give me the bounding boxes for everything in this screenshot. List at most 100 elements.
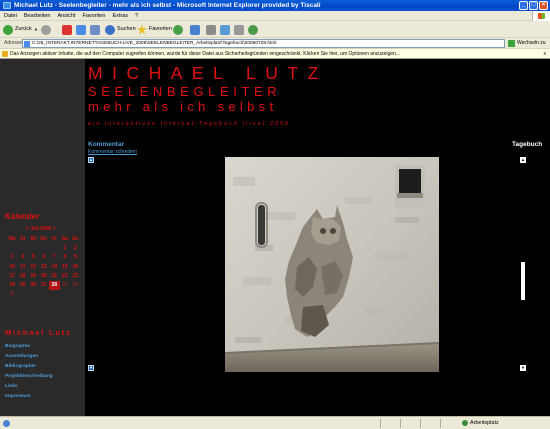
- site-motto: mehr als ich selbst: [88, 99, 278, 114]
- menu-bearbeiten[interactable]: Bearbeiten: [24, 11, 51, 20]
- status-divider: [420, 419, 421, 428]
- calendar-day[interactable]: 13: [39, 263, 50, 272]
- calendar-empty-cell: [7, 244, 18, 253]
- calendar-day[interactable]: 10: [7, 263, 18, 272]
- menu-extras[interactable]: Extras: [112, 11, 128, 20]
- history-button[interactable]: [173, 23, 185, 36]
- menu-favoriten[interactable]: Favoriten: [83, 11, 106, 20]
- nav-item-bibliographie[interactable]: Bibliographie: [5, 362, 53, 372]
- site-subtitle: SEELENBEGLEITER: [88, 84, 282, 99]
- calendar-day[interactable]: 18: [18, 272, 29, 281]
- forward-button[interactable]: [41, 23, 53, 36]
- tagebuch-scroll-up-button[interactable]: ▲: [520, 157, 526, 163]
- toolbar: Zurück ▼ Suchen Favoriten: [0, 21, 550, 38]
- edit-button[interactable]: [220, 23, 232, 36]
- calendar-day[interactable]: 25: [18, 281, 29, 290]
- calendar-day[interactable]: 16: [70, 263, 81, 272]
- address-input[interactable]: C:\26_INTERAKT.INTERNETTAGEBUCH-LIVE_200…: [22, 39, 505, 48]
- calendar-day[interactable]: 29: [60, 281, 71, 290]
- calendar-day[interactable]: 5: [28, 253, 39, 262]
- security-zone: Arbeitsplatz: [462, 417, 499, 429]
- calendar-day[interactable]: 24: [7, 281, 18, 290]
- calendar-day[interactable]: 9: [70, 253, 81, 262]
- nav-item-impressum[interactable]: Impressum: [5, 392, 53, 402]
- calendar-day[interactable]: 7: [49, 253, 60, 262]
- mail-button[interactable]: [190, 23, 202, 36]
- go-button[interactable]: Wechseln zu: [508, 39, 546, 48]
- calendar-day[interactable]: 19: [28, 272, 39, 281]
- calendar-day[interactable]: 12: [28, 263, 39, 272]
- calendar-empty-cell: [18, 244, 29, 253]
- calendar-day[interactable]: 28: [49, 280, 60, 291]
- back-button[interactable]: Zurück ▼: [3, 23, 38, 36]
- tagebuch-scrollbar[interactable]: [521, 262, 525, 300]
- calendar-day[interactable]: 23: [70, 272, 81, 281]
- kommentar-schreiben-link[interactable]: Kommentar schreiben: [88, 149, 137, 155]
- calendar-day[interactable]: 31: [7, 290, 18, 299]
- information-bar-close-icon[interactable]: x: [544, 49, 547, 58]
- calendar-day[interactable]: 27: [39, 281, 50, 290]
- nav-item-biographie[interactable]: Biographie: [5, 342, 53, 352]
- favorites-label: Favoriten: [149, 26, 172, 32]
- messenger-button[interactable]: [248, 23, 260, 36]
- calendar-day[interactable]: 17: [7, 272, 18, 281]
- calendar-weekday-row: Mo Di Mi Do Fr Sa So: [7, 235, 81, 244]
- nav-item-ausstellungen[interactable]: Ausstellungen: [5, 352, 53, 362]
- calendar-day[interactable]: 20: [39, 272, 50, 281]
- stop-button[interactable]: [62, 23, 74, 36]
- calendar-day[interactable]: 26: [28, 281, 39, 290]
- back-arrow-icon: [3, 24, 13, 35]
- site-tagline: ein interaktives Internet-Tagebuch (live…: [88, 121, 291, 127]
- calendar-day[interactable]: 11: [18, 263, 29, 272]
- refresh-button[interactable]: [76, 23, 88, 36]
- page-content: MICHAEL LUTZ SEELENBEGLEITER mehr als ic…: [0, 59, 550, 416]
- menu-help[interactable]: ?: [135, 11, 138, 20]
- calendar-day[interactable]: 4: [18, 253, 29, 262]
- minimize-button[interactable]: _: [519, 1, 528, 10]
- favorites-button[interactable]: Favoriten: [137, 23, 172, 36]
- menu-ansicht[interactable]: Ansicht: [57, 11, 75, 20]
- printer-icon: [206, 24, 216, 35]
- calendar-day[interactable]: 6: [39, 253, 50, 262]
- calendar-day[interactable]: 8: [60, 253, 71, 262]
- calendar-day[interactable]: 14: [49, 263, 60, 272]
- calendar-day[interactable]: 30: [70, 281, 81, 290]
- nav-item-links[interactable]: Links: [5, 382, 53, 392]
- search-button[interactable]: Suchen: [105, 23, 136, 36]
- ie-app-icon: [3, 2, 11, 9]
- calendar-day[interactable]: 2: [70, 244, 81, 253]
- calendar-weekday: Mi: [30, 236, 37, 242]
- back-label: Zurück: [15, 26, 32, 32]
- calendar-weekday: So: [72, 236, 79, 242]
- scroll-down-button-left[interactable]: ▼: [88, 365, 94, 371]
- nav-list: Biographie Ausstellungen Bibliographie P…: [5, 342, 53, 401]
- menu-datei[interactable]: Datei: [4, 11, 17, 20]
- site-title: MICHAEL LUTZ: [88, 63, 328, 83]
- maximize-button[interactable]: □: [529, 1, 538, 10]
- calendar-weekday: Di: [20, 236, 26, 242]
- tagebuch-scroll-down-button[interactable]: ▼: [520, 365, 526, 371]
- page-icon: [24, 41, 30, 47]
- calendar-week-row: 24 25 26 27 28 29 30: [7, 280, 81, 291]
- calendar-weekday: Do: [40, 236, 48, 242]
- home-button[interactable]: [90, 23, 102, 36]
- calendar-day[interactable]: 3: [7, 253, 18, 262]
- shield-warning-icon: [2, 51, 8, 57]
- print-button[interactable]: [206, 23, 218, 36]
- calendar-day[interactable]: 1: [60, 244, 71, 253]
- browser-window: Michael Lutz - Seelenbegleiter - mehr al…: [0, 0, 550, 429]
- calendar-day[interactable]: 22: [60, 272, 71, 281]
- information-bar[interactable]: Das Anzeigen aktiver Inhalte, die auf de…: [0, 49, 550, 59]
- messenger-icon: [248, 24, 258, 35]
- nav-heading: Michael Lutz: [5, 328, 72, 337]
- title-bar: Michael Lutz - Seelenbegleiter - mehr al…: [0, 0, 550, 11]
- discuss-icon: [234, 24, 244, 35]
- calendar-month-nav[interactable]: < Juli 2006 >: [26, 226, 56, 232]
- nav-item-projektbeschreibung[interactable]: Projektbeschreibung: [5, 372, 53, 382]
- status-divider: [400, 419, 401, 428]
- scroll-up-button-left[interactable]: ▲: [88, 157, 94, 163]
- close-button[interactable]: ×: [539, 1, 548, 10]
- discuss-button[interactable]: [234, 23, 246, 36]
- calendar-day[interactable]: 21: [49, 272, 60, 281]
- calendar-day[interactable]: 15: [60, 263, 71, 272]
